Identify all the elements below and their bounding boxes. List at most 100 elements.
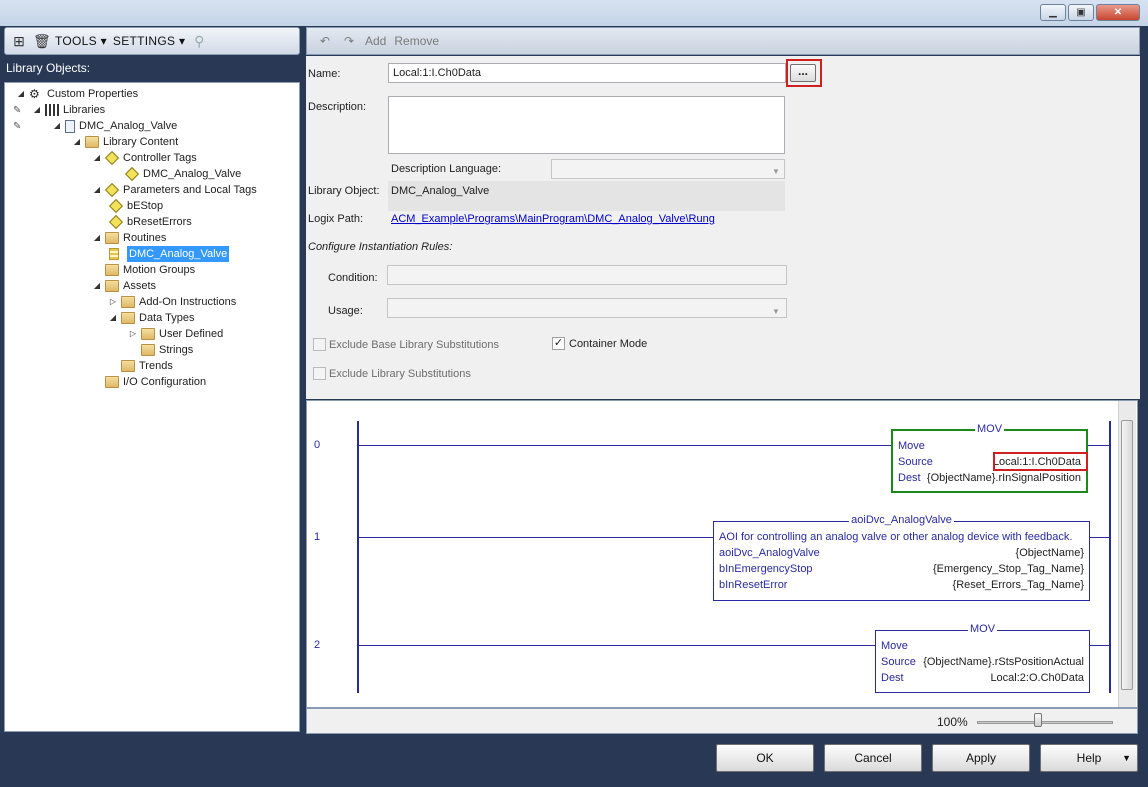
operand-name: Move [898, 440, 925, 452]
mov-instruction[interactable]: MOV Move Source {ObjectName}.rStsPositio… [875, 623, 1090, 693]
pencil-icon: ✎ [13, 121, 22, 132]
tree-item-user-defined[interactable]: ▷ User Defined [129, 326, 223, 342]
expand-arrow-icon[interactable]: ◢ [17, 86, 25, 102]
operand-name: Dest [881, 672, 904, 684]
close-button[interactable]: ✕ [1096, 4, 1140, 21]
tree-item-custom-properties[interactable]: ◢ ⚙ Custom Properties [17, 86, 138, 102]
operand-name: Source [898, 456, 933, 468]
usage-select[interactable] [387, 298, 787, 318]
collapse-arrow-icon[interactable]: ▷ [129, 326, 137, 342]
operand-name: Source [881, 656, 916, 668]
maximize-button[interactable]: ▣ [1068, 4, 1094, 21]
settings-menu[interactable]: SETTINGS ▾ [113, 34, 185, 48]
tree-item-library-content[interactable]: ◢ Library Content [73, 134, 178, 150]
rung-wire [1089, 537, 1109, 538]
ladder-editor[interactable]: 0 MOV Move Source Local:1:I.Ch0Data Dest… [306, 400, 1138, 708]
remove-button[interactable]: Remove [394, 34, 439, 48]
add-button[interactable]: Add [365, 34, 386, 48]
tools-menu[interactable]: TOOLS ▾ [55, 34, 107, 48]
description-language-select[interactable] [551, 159, 785, 179]
lock-icon[interactable]: ⚲ [191, 33, 207, 49]
zoom-slider-thumb[interactable] [1034, 713, 1043, 727]
logix-path-link[interactable]: ACM_Example\Programs\MainProgram\DMC_Ana… [391, 213, 715, 225]
expand-arrow-icon[interactable]: ◢ [93, 150, 101, 166]
description-language-label: Description Language: [391, 163, 502, 175]
tree-item-io-configuration[interactable]: I/O Configuration [105, 374, 206, 390]
operand-name: bInEmergencyStop [719, 563, 813, 575]
expand-arrow-icon[interactable]: ◢ [93, 182, 101, 198]
expand-arrow-icon[interactable]: ◢ [53, 118, 61, 134]
instruction-title: MOV [967, 623, 998, 635]
instruction-title: aoiDvc_AnalogValve [849, 514, 954, 526]
library-object-value: DMC_Analog_Valve [388, 181, 785, 211]
folder-icon [121, 296, 135, 308]
condition-input[interactable] [387, 265, 787, 285]
rung-number: 2 [314, 639, 321, 651]
operand-value[interactable]: {ObjectName}.rStsPositionActual [923, 656, 1084, 668]
tree-item-add-on-instructions[interactable]: ▷ Add-On Instructions [109, 294, 236, 310]
apply-button[interactable]: Apply [932, 744, 1030, 772]
tree-item-data-types[interactable]: ◢ Data Types [109, 310, 194, 326]
aoi-description: AOI for controlling an analog valve or o… [719, 531, 1073, 543]
expand-arrow-icon[interactable]: ◢ [93, 278, 101, 294]
undo-icon[interactable]: ↶ [317, 33, 333, 49]
operand-value[interactable]: Local:2:O.Ch0Data [990, 672, 1084, 684]
minimize-button[interactable]: ▁ [1040, 4, 1066, 21]
help-button[interactable]: Help ▼ [1040, 744, 1138, 772]
aoi-instruction[interactable]: aoiDvc_AnalogValve AOI for controlling a… [713, 514, 1090, 601]
folder-icon [85, 136, 99, 148]
tree-item-motion-groups[interactable]: Motion Groups [93, 262, 195, 278]
scrollbar-thumb[interactable] [1121, 420, 1133, 690]
operand-value[interactable]: {Emergency_Stop_Tag_Name} [933, 563, 1084, 575]
right-power-rail [1109, 421, 1111, 693]
tree-item-assets[interactable]: ◢ Assets [93, 278, 156, 294]
operand-name: aoiDvc_AnalogValve [719, 547, 820, 559]
folder-icon [105, 280, 119, 292]
rung-wire [358, 445, 891, 446]
instantiation-rules-label: Configure Instantiation Rules: [308, 241, 453, 253]
tree-item-strings[interactable]: Strings [141, 342, 193, 358]
tree-item-controller-tag-dmc[interactable]: DMC_Analog_Valve [124, 166, 241, 182]
chevron-down-icon: ▼ [772, 307, 780, 316]
exclude-base-checkbox[interactable] [313, 338, 326, 351]
cancel-button[interactable]: Cancel [824, 744, 922, 772]
operand-value[interactable]: {ObjectName}.rInSignalPosition [927, 472, 1081, 484]
trash-icon[interactable]: 🗑 [33, 33, 51, 49]
name-input[interactable]: Local:1:I.Ch0Data [388, 63, 786, 83]
rung-wire [1087, 445, 1109, 446]
description-input[interactable] [388, 96, 785, 154]
tree-item-parameters-local-tags[interactable]: ◢ Parameters and Local Tags [93, 182, 257, 198]
tree-item-dmc-analog-valve[interactable]: ◢ DMC_Analog_Valve [53, 118, 177, 134]
tree-item-routines[interactable]: ◢ Routines [93, 230, 166, 246]
condition-label: Condition: [328, 272, 378, 284]
folder-icon [105, 376, 119, 388]
tree-item-trends[interactable]: Trends [121, 358, 173, 374]
tree-item-controller-tags[interactable]: ◢ Controller Tags [93, 150, 197, 166]
tree-item-bestop[interactable]: bEStop [108, 198, 163, 214]
expand-arrow-icon[interactable]: ◢ [93, 230, 101, 246]
folder-icon [105, 264, 119, 276]
highlight-box [993, 452, 1088, 471]
tag-icon [124, 166, 140, 182]
tree-item-routine-dmc[interactable]: DMC_Analog_Valve [109, 246, 230, 262]
tree-item-breseterrors[interactable]: bResetErrors [108, 214, 192, 230]
exclude-library-checkbox[interactable] [313, 367, 326, 380]
library-objects-title: Library Objects: [6, 61, 91, 75]
document-icon [65, 119, 75, 133]
new-library-icon[interactable]: ⊞ [11, 33, 27, 49]
expand-arrow-icon[interactable]: ◢ [73, 134, 81, 150]
collapse-arrow-icon[interactable]: ▷ [109, 294, 117, 310]
ok-button[interactable]: OK [716, 744, 814, 772]
expand-arrow-icon[interactable]: ◢ [109, 310, 117, 326]
gear-icon: ⚙ [29, 87, 40, 101]
folder-icon [121, 360, 135, 372]
zoom-slider-track[interactable] [977, 721, 1113, 724]
expand-arrow-icon[interactable]: ◢ [33, 102, 41, 118]
properties-form: Name: Local:1:I.Ch0Data ... Description:… [306, 56, 1140, 399]
operand-value[interactable]: {Reset_Errors_Tag_Name} [953, 579, 1084, 591]
redo-icon[interactable]: ↷ [341, 33, 357, 49]
container-mode-checkbox[interactable]: ✓ [552, 337, 565, 350]
tree-item-libraries[interactable]: ◢ Libraries [33, 102, 105, 118]
folder-icon [105, 232, 119, 244]
operand-value[interactable]: {ObjectName} [1016, 547, 1084, 559]
